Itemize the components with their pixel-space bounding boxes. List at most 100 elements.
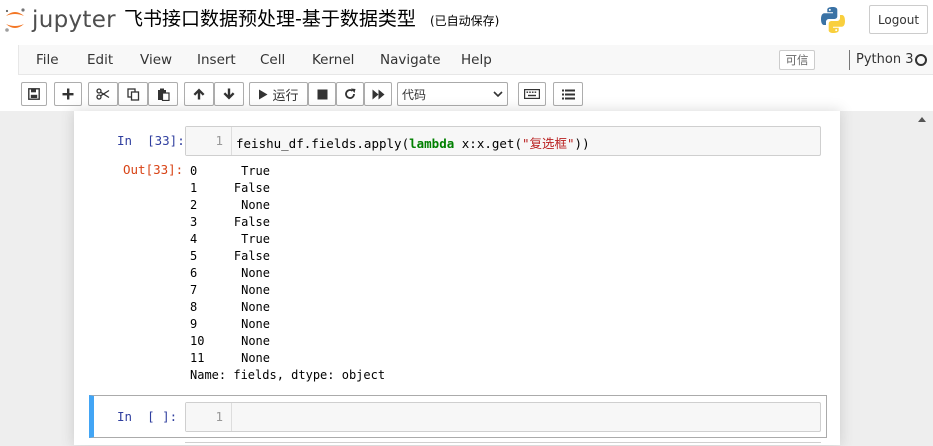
fast-forward-icon bbox=[372, 89, 384, 99]
arrow-down-icon bbox=[223, 88, 235, 100]
output-value: False bbox=[233, 215, 270, 229]
toc-button[interactable] bbox=[553, 82, 583, 106]
output-row: 6 None bbox=[190, 265, 385, 282]
cut-button[interactable] bbox=[88, 82, 118, 106]
menu-navigate[interactable]: Navigate bbox=[380, 52, 441, 68]
output-value: None bbox=[241, 334, 270, 348]
output-index: 10 bbox=[190, 334, 205, 348]
copy-button[interactable] bbox=[118, 82, 148, 106]
cell-1-output: 0 True 1 False 2 None 3 False 4 True 5 False 6 None 7 N… bbox=[190, 163, 385, 384]
output-value: None bbox=[241, 198, 270, 212]
menu-kernel[interactable]: Kernel bbox=[312, 52, 354, 68]
output-row: 3 False bbox=[190, 214, 385, 231]
output-index: 2 bbox=[190, 198, 198, 212]
output-index: 6 bbox=[190, 266, 198, 280]
toolbar: 运行 代码 bbox=[0, 76, 933, 111]
menu-file[interactable]: File bbox=[36, 52, 59, 68]
output-value: True bbox=[241, 232, 270, 246]
output-index: 8 bbox=[190, 300, 198, 314]
output-index: 4 bbox=[190, 232, 198, 246]
kernel-idle-indicator-icon bbox=[915, 54, 927, 66]
floppy-disk-icon bbox=[28, 88, 40, 100]
run-button[interactable]: 运行 bbox=[249, 82, 308, 106]
scissors-icon bbox=[96, 88, 110, 100]
code-token: )) bbox=[574, 136, 590, 151]
output-value: None bbox=[241, 283, 270, 297]
line-number: 1 bbox=[215, 409, 223, 424]
run-label: 运行 bbox=[272, 88, 299, 104]
line-number-gutter: 1 bbox=[186, 403, 232, 431]
menu-help[interactable]: Help bbox=[461, 52, 492, 68]
menu-view[interactable]: View bbox=[140, 52, 172, 68]
code-line: feishu_df.fields.apply(lambda x:x.get("复… bbox=[236, 133, 590, 152]
output-footer: Name: fields, dtype: object bbox=[190, 368, 386, 382]
restart-kernel-button[interactable] bbox=[336, 82, 364, 106]
paste-button[interactable] bbox=[148, 82, 178, 106]
insert-cell-button[interactable] bbox=[54, 82, 82, 106]
refresh-icon bbox=[345, 88, 356, 99]
plus-icon bbox=[62, 88, 74, 100]
output-row: 8 None bbox=[190, 299, 385, 316]
copy-icon bbox=[126, 87, 139, 101]
kernel-name[interactable]: Python 3 bbox=[856, 52, 913, 67]
keyboard-icon bbox=[524, 89, 540, 99]
kernel-divider bbox=[849, 50, 850, 70]
scroll-up-arrow-icon[interactable] bbox=[917, 115, 927, 123]
output-row: 10 None bbox=[190, 333, 385, 350]
output-row: 2 None bbox=[190, 197, 385, 214]
header: jupyter 飞书接口数据预处理-基于数据类型 (已自动保存) Logout bbox=[0, 0, 933, 45]
output-index: 9 bbox=[190, 317, 198, 331]
save-button[interactable] bbox=[21, 82, 47, 106]
notebook-title[interactable]: 飞书接口数据预处理-基于数据类型 bbox=[124, 7, 416, 31]
command-palette-button[interactable] bbox=[518, 82, 546, 106]
output-index: 3 bbox=[190, 215, 198, 229]
output-row: 0 True bbox=[190, 163, 385, 180]
restart-run-all-button[interactable] bbox=[364, 82, 392, 106]
move-cell-up-button[interactable] bbox=[184, 82, 214, 106]
save-status: (已自动保存) bbox=[430, 14, 500, 28]
python-logo-icon bbox=[821, 7, 845, 33]
jupyter-logo[interactable]: jupyter bbox=[4, 6, 116, 34]
menu-insert[interactable]: Insert bbox=[197, 52, 236, 68]
move-cell-down-button[interactable] bbox=[214, 82, 244, 106]
cell-2-input-prompt: In [ ]: bbox=[117, 409, 178, 424]
output-value: False bbox=[233, 249, 270, 263]
output-row: 5 False bbox=[190, 248, 385, 265]
output-index: 1 bbox=[190, 181, 198, 195]
output-row: 4 True bbox=[190, 231, 385, 248]
cell-1-input-prompt: In [33]: bbox=[117, 133, 185, 148]
jupyter-orbit-icon bbox=[5, 8, 25, 32]
output-value: True bbox=[241, 164, 270, 178]
output-value: None bbox=[241, 351, 270, 365]
menu-cell[interactable]: Cell bbox=[260, 52, 285, 68]
output-row: 1 False bbox=[190, 180, 385, 197]
code-token: x:x.get( bbox=[454, 136, 522, 151]
trusted-notebook-button[interactable]: 可信 bbox=[779, 50, 815, 70]
menu-edit[interactable]: Edit bbox=[87, 52, 113, 68]
output-index: 5 bbox=[190, 249, 198, 263]
cell-type-value: 代码 bbox=[402, 87, 427, 102]
code-keyword: lambda bbox=[409, 136, 455, 151]
next-cell-edge bbox=[185, 442, 821, 446]
line-number: 1 bbox=[215, 133, 223, 148]
logout-button[interactable]: Logout bbox=[869, 5, 928, 34]
output-row: 9 None bbox=[190, 316, 385, 333]
output-value: None bbox=[241, 300, 270, 314]
cell-type-select[interactable]: 代码 bbox=[397, 82, 508, 106]
stop-icon bbox=[317, 89, 327, 99]
interrupt-kernel-button[interactable] bbox=[308, 82, 336, 106]
output-index: 11 bbox=[190, 351, 205, 365]
cell-1-output-prompt: Out[33]: bbox=[123, 162, 184, 177]
play-icon bbox=[259, 89, 268, 99]
code-token: feishu_df.fields.apply( bbox=[236, 136, 410, 151]
output-index: 7 bbox=[190, 283, 198, 297]
chevron-down-icon bbox=[493, 91, 503, 98]
arrow-up-icon bbox=[193, 88, 205, 100]
jupyter-wordmark: jupyter bbox=[32, 7, 116, 33]
output-value: None bbox=[241, 266, 270, 280]
cell-2-code-editor[interactable]: 1 bbox=[185, 402, 821, 432]
list-icon bbox=[561, 89, 575, 99]
output-index: 0 bbox=[190, 164, 198, 178]
cell-1-code-editor[interactable]: 1 feishu_df.fields.apply(lambda x:x.get(… bbox=[185, 126, 821, 156]
output-value: None bbox=[241, 317, 270, 331]
